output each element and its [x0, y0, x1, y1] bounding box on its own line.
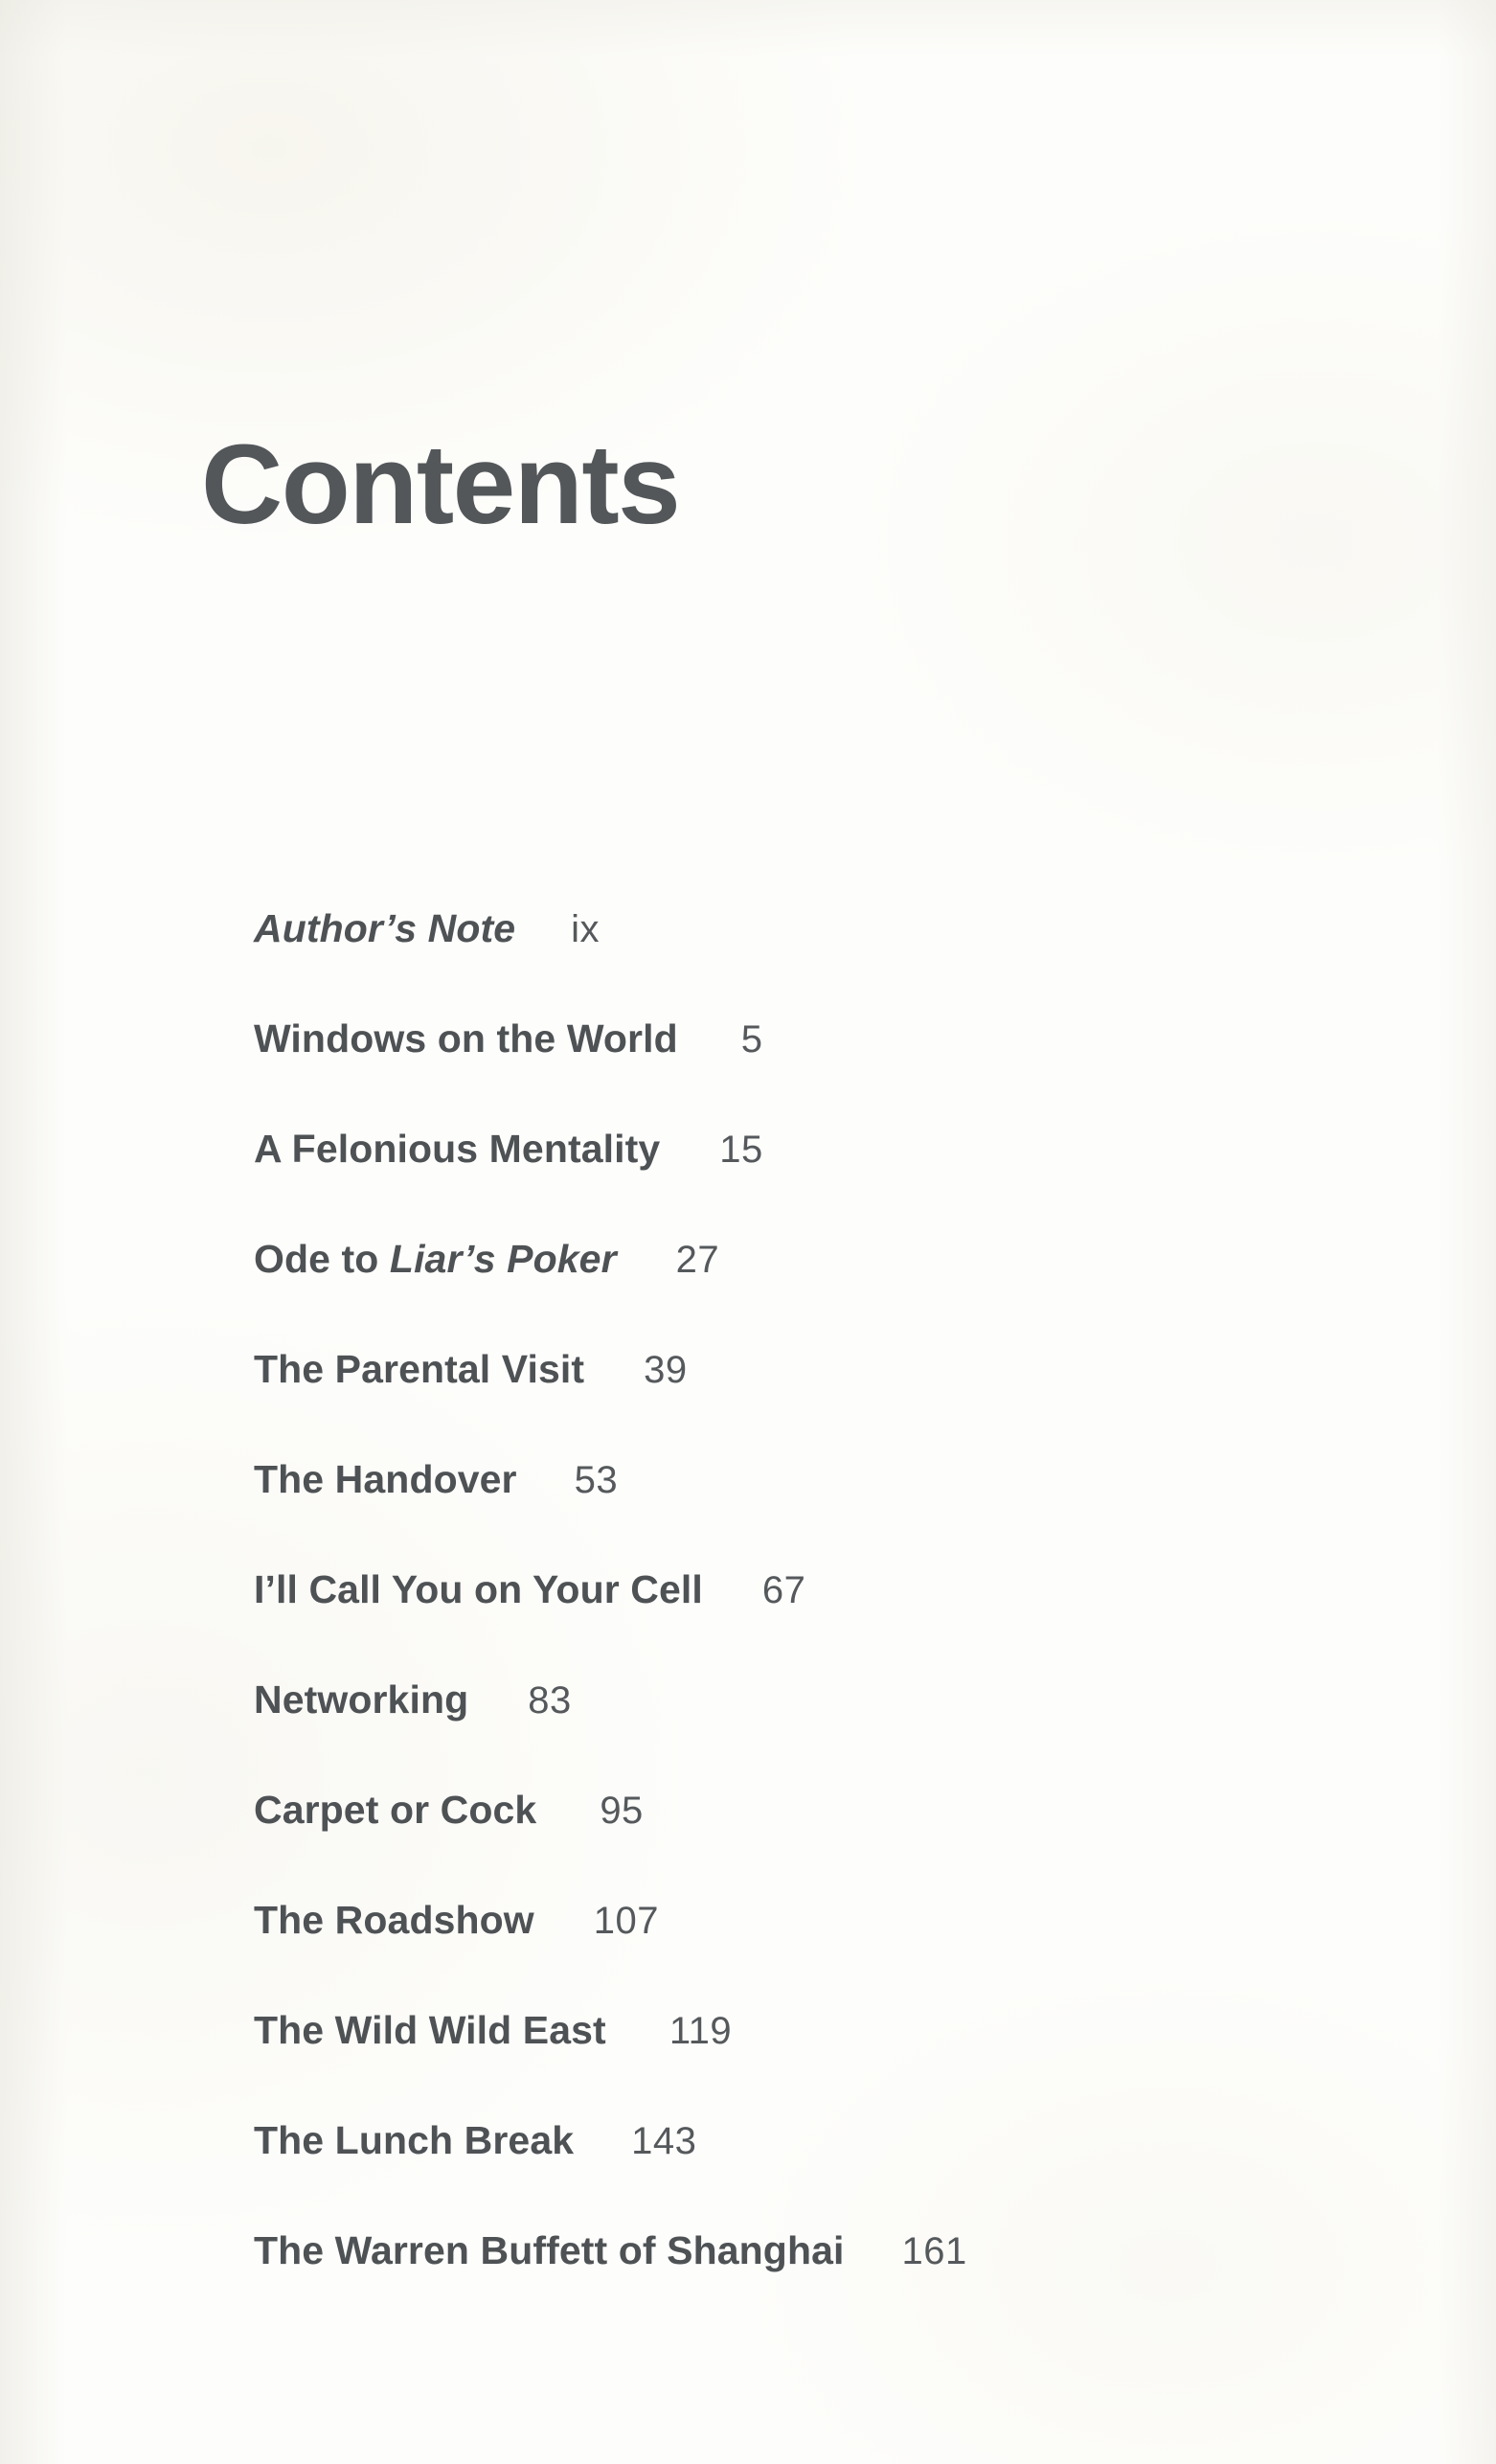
toc-entry-page-number: 107	[593, 1900, 660, 1942]
toc-entry-page-number: 67	[761, 1569, 806, 1611]
toc-entry[interactable]: The Wild Wild East 119	[254, 1975, 1403, 2086]
toc-entry[interactable]: I’ll Call You on Your Cell 67	[254, 1535, 1403, 1645]
toc-entry-title-roman: Ode to	[254, 1237, 390, 1281]
toc-entry-title: Carpet or Cock	[254, 1788, 537, 1832]
toc-entry[interactable]: A Felonious Mentality 15	[254, 1094, 1403, 1204]
page-title: Contents	[201, 422, 681, 549]
toc-entry-title: A Felonious Mentality	[254, 1127, 661, 1171]
toc-entry[interactable]: The Parental Visit 39	[254, 1314, 1403, 1425]
toc-entry-page-number: 83	[528, 1679, 572, 1722]
toc-entry-page-number: 161	[901, 2230, 967, 2272]
toc-entry-title: The Wild Wild East	[254, 2008, 606, 2052]
toc-entry-page-number: 119	[669, 2010, 733, 2052]
toc-entry-title: The Lunch Break	[254, 2118, 575, 2162]
toc-entry-page-number: 53	[574, 1459, 619, 1501]
toc-entry-title: I’ll Call You on Your Cell	[254, 1567, 703, 1611]
toc-entry-title: The Parental Visit	[254, 1347, 585, 1391]
toc-entry-page-number: 27	[675, 1239, 720, 1281]
toc-entry-page-number: 5	[740, 1018, 763, 1061]
toc-entry[interactable]: Windows on the World 5	[254, 984, 1403, 1094]
toc-entry[interactable]: The Lunch Break 143	[254, 2086, 1403, 2196]
toc-entry[interactable]: The Warren Buffett of Shanghai 161	[254, 2196, 1403, 2306]
toc-entry-title: Windows on the World	[254, 1016, 678, 1061]
toc-entry[interactable]: The Handover 53	[254, 1425, 1403, 1535]
toc-entry[interactable]: The Roadshow 107	[254, 1865, 1403, 1975]
toc-entry[interactable]: Networking 83	[254, 1645, 1403, 1755]
toc-entry-title-italic: Liar’s Poker	[389, 1237, 617, 1281]
toc-entry-page-number: 95	[600, 1790, 644, 1832]
toc-entry[interactable]: Ode to Liar’s Poker 27	[254, 1204, 1403, 1314]
toc-entry-page-number: ix	[571, 908, 601, 950]
toc-entry[interactable]: Carpet or Cock 95	[254, 1755, 1403, 1865]
toc-entry-title: Networking	[254, 1677, 469, 1722]
toc-entry-title: The Handover	[254, 1457, 517, 1501]
table-of-contents-list: Author’s Note ix Windows on the World 5 A Fe…	[254, 874, 1403, 2306]
toc-entry-title: The Warren Buffett of Shanghai	[254, 2228, 845, 2272]
toc-entry-title: Ode to Liar’s Poker	[254, 1237, 617, 1281]
toc-entry-title: The Roadshow	[254, 1898, 534, 1942]
toc-entry-title: Author’s Note	[254, 906, 516, 950]
toc-entry-page-number: 15	[719, 1129, 763, 1171]
toc-entry[interactable]: Author’s Note ix	[254, 874, 1403, 984]
contents-page: Contents Author’s Note ix Windows on the W…	[0, 0, 1496, 2464]
toc-entry-page-number: 39	[644, 1349, 688, 1391]
toc-entry-page-number: 143	[631, 2120, 697, 2162]
